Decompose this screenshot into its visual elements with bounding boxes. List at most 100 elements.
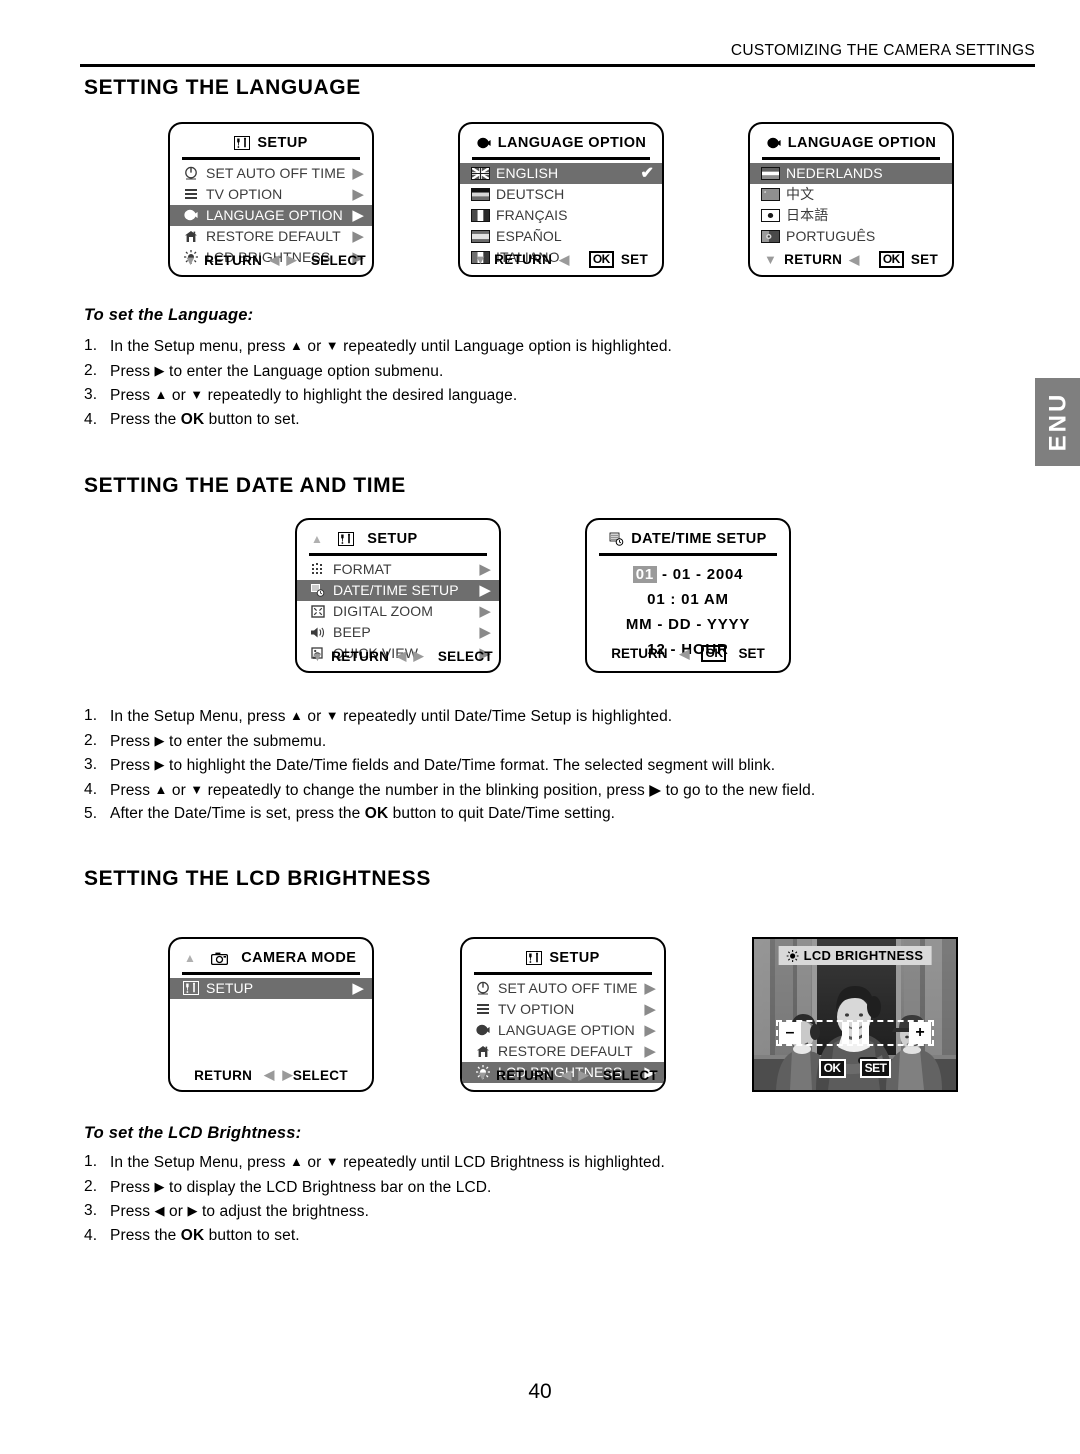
menu-item-restore-default[interactable]: RESTORE DEFAULT ▶: [170, 226, 372, 247]
date-format-line[interactable]: MM - DD - YYYY: [587, 612, 789, 637]
step-number: 3.: [84, 386, 98, 403]
triangle-up-icon: ▲: [290, 338, 303, 353]
speaker-icon: [307, 626, 328, 639]
menu-item-label: LANGUAGE OPTION: [206, 207, 343, 223]
menu-item-format[interactable]: FORMAT ▶: [297, 559, 499, 580]
speech-globe-icon: [472, 1024, 493, 1037]
language-item-espanol[interactable]: ESPAÑOL: [460, 226, 662, 247]
step-number: 1.: [84, 707, 98, 724]
flag-netherlands-icon: [760, 166, 781, 180]
screen-setup-menu-language: SETUP SET AUTO OFF TIME ▶ TV OPTION ▶ LA…: [168, 122, 374, 277]
flag-germany-icon: [470, 187, 491, 201]
screen-footer: ▼ RETURN ◀ OK SET: [460, 251, 662, 268]
menu-item-language-option[interactable]: LANGUAGE OPTION ▶: [462, 1020, 664, 1041]
running-head: CUSTOMIZING THE CAMERA SETTINGS: [730, 42, 1035, 59]
menu-item-language-option[interactable]: LANGUAGE OPTION ▶: [170, 204, 372, 226]
setup-tools-icon: [180, 981, 201, 995]
triangle-left-icon: ◀: [561, 1067, 572, 1082]
language-item-japanese[interactable]: 日本語: [750, 205, 952, 226]
menu-item-set-auto-off-time[interactable]: SET AUTO OFF TIME ▶: [462, 978, 664, 999]
menu-item-setup[interactable]: SETUP ▶: [170, 977, 372, 999]
screen-language-page1: LANGUAGE OPTION ENGLISH ✔ DEUTSCH FRANÇA…: [458, 122, 664, 277]
menu-item-datetime-setup[interactable]: DATE/TIME SETUP ▶: [297, 579, 499, 601]
sun-icon: [786, 949, 799, 962]
flag-uk-icon: [470, 166, 491, 180]
menu-rows: SETUP ▶: [170, 977, 372, 999]
title-divider: [599, 553, 777, 556]
footer-return-label: RETURN: [611, 646, 668, 661]
triangle-down-icon: ▼: [764, 252, 778, 267]
chevron-right-icon: ▶: [352, 979, 364, 997]
speech-globe-icon: [180, 209, 201, 222]
camera-icon: [211, 952, 229, 965]
menu-item-label: RESTORE DEFAULT: [206, 228, 341, 244]
triangle-right-icon: ▶: [154, 732, 165, 748]
menu-item-set-auto-off-time[interactable]: SET AUTO OFF TIME ▶: [170, 163, 372, 184]
page-title-datetime: SETTING THE DATE AND TIME: [84, 474, 406, 497]
menu-item-tv-option[interactable]: TV OPTION ▶: [462, 999, 664, 1020]
date-rest: - 01 - 2004: [656, 565, 744, 583]
language-item-label: NEDERLANDS: [786, 165, 883, 181]
brightness-increase-button[interactable]: +: [909, 1022, 931, 1044]
language-item-portugues[interactable]: PORTUGUÊS: [750, 226, 952, 247]
triangle-down-icon: ▼: [325, 1154, 339, 1169]
triangle-right-icon: ▶: [154, 362, 165, 378]
language-rows: NEDERLANDS 中文 日本語 PORTUGUÊS: [750, 162, 952, 247]
sub-heading-language: To set the Language:: [84, 306, 254, 324]
steps-lcd-brightness: 1. In the Setup Menu, press ▲ or ▼ repea…: [84, 1150, 1014, 1247]
language-item-english[interactable]: ENGLISH ✔: [460, 162, 662, 184]
screen-footer: ▼ RETURN ◀ OK SET: [750, 251, 952, 268]
step-item: 4. Press ▲ or ▼ repeatedly to change the…: [84, 778, 1024, 803]
time-line[interactable]: 01 : 01 AM: [587, 587, 789, 612]
ok-key-icon: OK: [701, 645, 727, 662]
title-divider: [182, 972, 360, 975]
screen-title: ▲ CAMERA MODE: [170, 945, 372, 971]
language-item-chinese[interactable]: 中文: [750, 184, 952, 205]
date-clock-icon: [609, 532, 624, 546]
checkmark-icon: ✔: [640, 165, 654, 182]
menu-item-label: FORMAT: [333, 561, 392, 577]
triangle-left-icon: ◀: [264, 1067, 275, 1082]
screen-title-label: SETUP: [257, 135, 308, 151]
menu-item-beep[interactable]: BEEP ▶: [297, 622, 499, 643]
screen-footer: RETURN ◀ ▶ SELECT: [170, 1067, 372, 1083]
menu-item-label: LANGUAGE OPTION: [498, 1022, 635, 1038]
page-number: 40: [528, 1380, 552, 1403]
title-divider: [309, 553, 487, 556]
language-item-label: ENGLISH: [496, 165, 559, 181]
preview-footer: OK SET: [754, 1059, 956, 1078]
flag-france-icon: [470, 208, 491, 222]
sub-heading-lcd-brightness: To set the LCD Brightness:: [84, 1124, 302, 1142]
menu-item-tv-option[interactable]: TV OPTION ▶: [170, 184, 372, 205]
power-clock-icon: [472, 981, 493, 995]
triangle-down-icon: ▼: [311, 648, 325, 664]
language-item-deutsch[interactable]: DEUTSCH: [460, 184, 662, 205]
menu-item-digital-zoom[interactable]: DIGITAL ZOOM ▶: [297, 601, 499, 622]
flag-china-icon: [760, 187, 781, 201]
language-item-nederlands[interactable]: NEDERLANDS: [750, 162, 952, 184]
triangle-down-icon: ▼: [476, 1067, 490, 1083]
menu-item-label: SET AUTO OFF TIME: [206, 165, 346, 181]
menu-item-label: DATE/TIME SETUP: [333, 582, 459, 598]
chevron-right-icon: ▶: [352, 227, 364, 245]
step-text: Press ▶ to enter the Language option sub…: [110, 362, 444, 380]
step-item: 1. In the Setup menu, press ▲ or ▼ repea…: [84, 334, 1014, 359]
menu-item-label: RESTORE DEFAULT: [498, 1043, 633, 1059]
triangle-down-icon: ▼: [184, 252, 198, 268]
footer-return-label: RETURN: [784, 252, 843, 267]
step-item: 3. Press ◀ or ▶ to adjust the brightness…: [84, 1199, 1014, 1224]
step-text: In the Setup Menu, press ▲ or ▼ repeated…: [110, 1154, 665, 1171]
menu-item-restore-default[interactable]: RESTORE DEFAULT ▶: [462, 1041, 664, 1062]
brightness-slider[interactable]: – +: [776, 1020, 934, 1046]
step-text: Press the OK button to set.: [110, 1226, 300, 1244]
triangle-up-icon: ▲: [290, 1154, 303, 1169]
triangle-right-icon: ▶: [413, 648, 424, 663]
footer-select-label: SELECT: [292, 1067, 348, 1083]
language-item-francais[interactable]: FRANÇAIS: [460, 205, 662, 226]
step-text: Press ▲ or ▼ repeatedly to highlight the…: [110, 387, 518, 404]
brightness-decrease-button[interactable]: –: [779, 1022, 801, 1044]
footer-set-label: SET: [738, 646, 765, 661]
date-line[interactable]: 01 - 01 - 2004: [587, 562, 789, 587]
month-field-highlight[interactable]: 01: [632, 565, 657, 583]
triangle-up-icon: ▲: [311, 532, 324, 546]
